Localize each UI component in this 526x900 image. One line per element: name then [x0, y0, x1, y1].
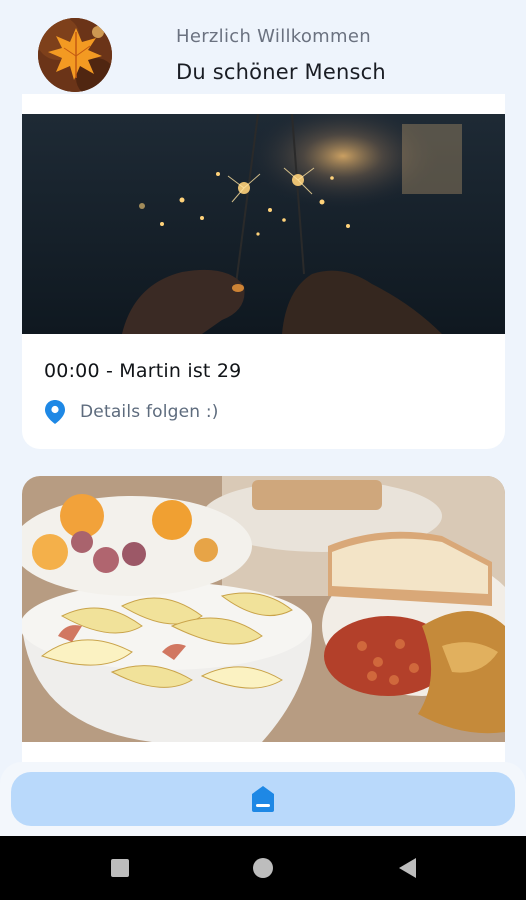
breakfast-photo [22, 476, 505, 742]
event-title: 00:00 - Martin ist 29 [44, 360, 242, 382]
app-screen: Herzlich Willkommen Du schöner Mensch 00… [0, 0, 526, 836]
autumn-leaf-icon [38, 18, 112, 92]
username-text: Du schöner Mensch [176, 60, 386, 84]
greeting-text: Herzlich Willkommen [176, 26, 371, 47]
event-card[interactable]: 00:00 - Martin ist 29 Details folgen :) [22, 94, 505, 449]
system-navigation-bar [0, 836, 526, 900]
event-location: Details folgen :) [44, 399, 219, 425]
home-tab-button[interactable] [11, 772, 515, 826]
recents-icon[interactable] [108, 856, 132, 880]
home-icon [252, 786, 274, 812]
sparklers-photo [22, 114, 505, 334]
location-pin-icon [45, 400, 65, 424]
avatar[interactable] [38, 18, 112, 92]
back-icon[interactable] [396, 856, 420, 880]
location-label: Details folgen :) [80, 402, 219, 422]
home-circle-icon[interactable] [251, 856, 275, 880]
